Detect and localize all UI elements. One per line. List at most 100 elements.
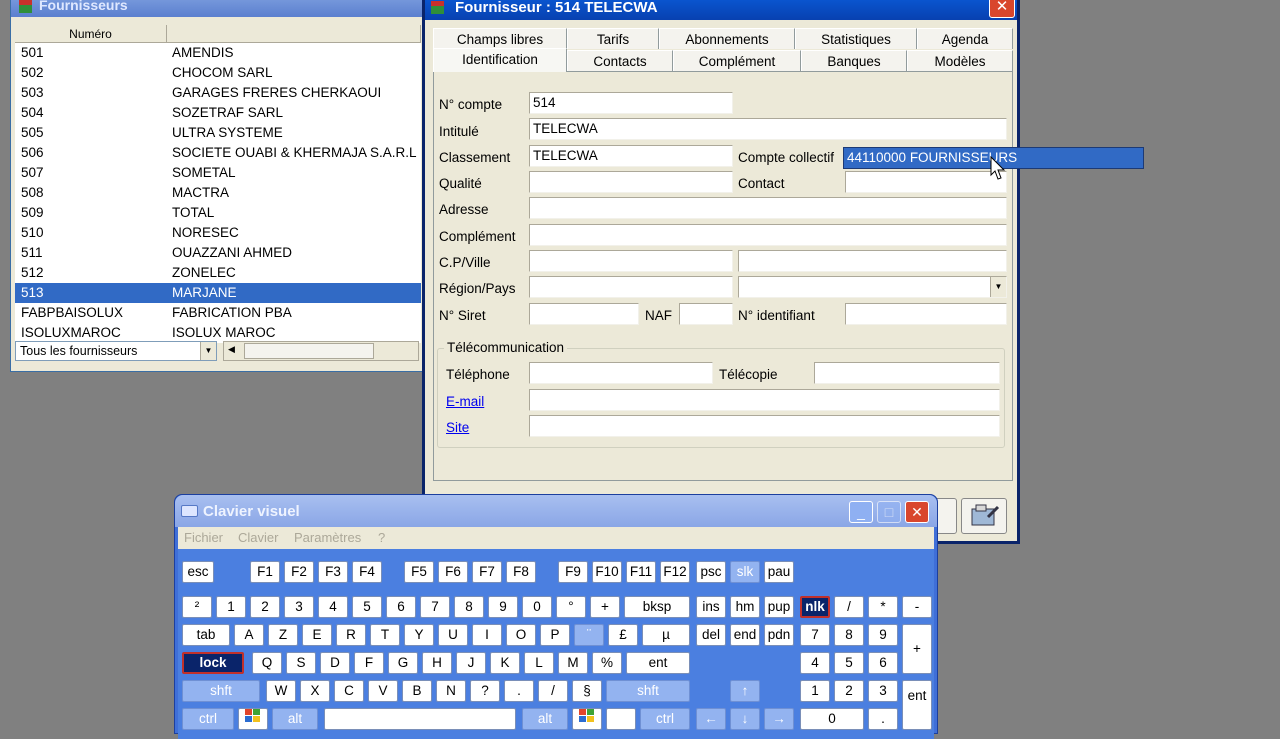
key-section[interactable]: § [572, 680, 602, 702]
scroll-thumb[interactable] [244, 343, 374, 359]
key-o[interactable]: O [506, 624, 536, 646]
key-4[interactable]: 4 [318, 596, 348, 618]
key-x[interactable]: X [300, 680, 330, 702]
n-compte-field[interactable]: 514 [529, 92, 733, 114]
key-alt[interactable]: alt [272, 708, 318, 730]
key-z[interactable]: Z [268, 624, 298, 646]
key-f12[interactable]: F12 [660, 561, 690, 583]
key-shift-right[interactable]: shft [606, 680, 690, 702]
key-space[interactable] [324, 708, 516, 730]
tab-agenda[interactable]: Agenda [917, 28, 1013, 49]
key-f10[interactable]: F10 [592, 561, 622, 583]
key-ctrl-right[interactable]: ctrl [640, 708, 690, 730]
list-item[interactable]: 508 MACTRA [15, 183, 421, 203]
naf-field[interactable] [679, 303, 733, 325]
key-num-9[interactable]: 9 [868, 624, 898, 646]
list-item[interactable]: 503 GARAGES FRERES CHERKAOUI [15, 83, 421, 103]
key-home[interactable]: hm [730, 596, 760, 618]
list-item[interactable]: 507 SOMETAL [15, 163, 421, 183]
key-p[interactable]: P [540, 624, 570, 646]
key-num-plus[interactable]: + [902, 624, 932, 674]
key-f5[interactable]: F5 [404, 561, 434, 583]
key-numlock[interactable]: nlk [800, 596, 830, 618]
key-k[interactable]: K [490, 652, 520, 674]
key-percent[interactable]: % [592, 652, 622, 674]
supplier-filter-select[interactable]: Tous les fournisseurs ▼ [15, 341, 217, 361]
key-num-1[interactable]: 1 [800, 680, 830, 702]
list-item[interactable]: 502 CHOCOM SARL [15, 63, 421, 83]
toolbox-button[interactable] [961, 498, 1007, 534]
tab-statistiques[interactable]: Statistiques [795, 28, 917, 49]
chevron-down-icon[interactable]: ▼ [200, 342, 216, 360]
key-slash[interactable]: / [538, 680, 568, 702]
telephone-field[interactable] [529, 362, 713, 384]
key-superscript-2[interactable]: ² [182, 596, 212, 618]
tab-modeles[interactable]: Modèles [907, 50, 1013, 71]
key-b[interactable]: B [402, 680, 432, 702]
key-6[interactable]: 6 [386, 596, 416, 618]
key-f8[interactable]: F8 [506, 561, 536, 583]
minimize-button[interactable]: _ [849, 501, 873, 523]
list-item[interactable]: 504 SOZETRAF SARL [15, 103, 421, 123]
key-shift-left[interactable]: shft [182, 680, 260, 702]
key-pagedown[interactable]: pdn [764, 624, 794, 646]
list-item-selected[interactable]: 513 MARJANE [15, 283, 421, 303]
key-y[interactable]: Y [404, 624, 434, 646]
key-capslock[interactable]: lock [182, 652, 244, 674]
key-ins[interactable]: ins [696, 596, 726, 618]
key-g[interactable]: G [388, 652, 418, 674]
key-2[interactable]: 2 [250, 596, 280, 618]
key-s[interactable]: S [286, 652, 316, 674]
qualite-field[interactable] [529, 171, 733, 193]
key-num-6[interactable]: 6 [868, 652, 898, 674]
identifiant-field[interactable] [845, 303, 1007, 325]
menu-help[interactable]: ? [378, 530, 385, 545]
scroll-left-icon[interactable]: ◀ [228, 344, 235, 355]
key-v[interactable]: V [368, 680, 398, 702]
key-f1[interactable]: F1 [250, 561, 280, 583]
pays-select[interactable]: ▼ [738, 276, 1007, 298]
suppliers-list-titlebar[interactable]: Fournisseurs [11, 0, 423, 17]
complement-field[interactable] [529, 224, 1007, 246]
keyboard-titlebar[interactable]: Clavier visuel _ □ ✕ [175, 495, 937, 527]
list-item[interactable]: ISOLUXMAROC ISOLUX MAROC [15, 323, 421, 343]
key-mu[interactable]: µ [642, 624, 690, 646]
key-ctrl-left[interactable]: ctrl [182, 708, 234, 730]
tab-champs-libres[interactable]: Champs libres [433, 28, 567, 49]
key-enter[interactable]: ent [626, 652, 690, 674]
key-d[interactable]: D [320, 652, 350, 674]
key-psc[interactable]: psc [696, 561, 726, 583]
tab-complement[interactable]: Complément [673, 50, 801, 71]
list-item[interactable]: 506 SOCIETE OUABI & KHERMAJA S.A.R.L [15, 143, 421, 163]
key-1[interactable]: 1 [216, 596, 246, 618]
classement-field[interactable]: TELECWA [529, 145, 733, 167]
site-field[interactable] [529, 415, 1000, 437]
key-f6[interactable]: F6 [438, 561, 468, 583]
list-item[interactable]: 511 OUAZZANI AHMED [15, 243, 421, 263]
column-header-numero[interactable]: Numéro [15, 25, 167, 43]
key-8[interactable]: 8 [454, 596, 484, 618]
intitule-field[interactable]: TELECWA [529, 118, 1007, 140]
ville-field[interactable] [738, 250, 1007, 272]
key-f7[interactable]: F7 [472, 561, 502, 583]
tab-identification[interactable]: Identification [433, 48, 567, 72]
key-pageup[interactable]: pup [764, 596, 794, 618]
list-item[interactable]: 509 TOTAL [15, 203, 421, 223]
key-arrow-right[interactable]: → [764, 708, 794, 730]
close-button[interactable]: ✕ [905, 501, 929, 523]
key-del[interactable]: del [696, 624, 726, 646]
list-item[interactable]: 501 AMENDIS [15, 43, 421, 63]
key-num-3[interactable]: 3 [868, 680, 898, 702]
key-n[interactable]: N [436, 680, 466, 702]
key-5[interactable]: 5 [352, 596, 382, 618]
key-f4[interactable]: F4 [352, 561, 382, 583]
key-altgr[interactable]: alt [522, 708, 568, 730]
list-item[interactable]: 512 ZONELEC [15, 263, 421, 283]
key-tab[interactable]: tab [182, 624, 230, 646]
key-dot[interactable]: . [504, 680, 534, 702]
key-num-enter[interactable]: ent [902, 680, 932, 730]
key-end[interactable]: end [730, 624, 760, 646]
key-pound[interactable]: £ [608, 624, 638, 646]
key-slk[interactable]: slk [730, 561, 760, 583]
adresse-field[interactable] [529, 197, 1007, 219]
